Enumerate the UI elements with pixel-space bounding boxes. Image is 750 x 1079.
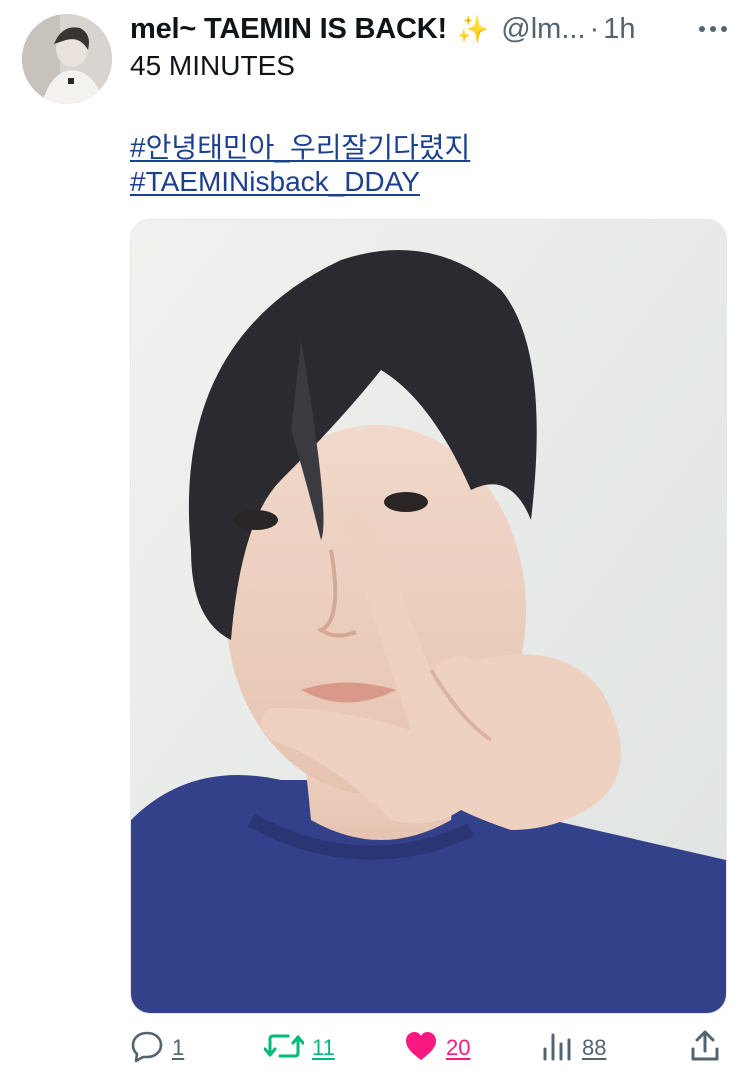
share-icon xyxy=(688,1029,722,1068)
tweet-timestamp[interactable]: 1h xyxy=(603,13,635,46)
heart-icon xyxy=(404,1030,438,1067)
tweet-photo[interactable] xyxy=(130,219,727,1014)
views-icon xyxy=(540,1029,574,1068)
tweet-text: 45 MINUTES xyxy=(130,50,295,81)
sparkles-emoji: ✨ xyxy=(456,13,490,44)
author-avatar[interactable] xyxy=(22,14,112,104)
more-options-icon[interactable] xyxy=(693,8,733,50)
hashtag-link[interactable]: #TAEMINisback_DDAY xyxy=(130,166,420,198)
reply-count: 1 xyxy=(172,1035,185,1060)
retweet-count: 11 xyxy=(312,1035,335,1060)
retweet-icon xyxy=(263,1029,305,1068)
reply-button[interactable]: 1 xyxy=(130,1028,184,1068)
reply-icon xyxy=(130,1029,164,1068)
author-display-name[interactable]: mel~ TAEMIN IS BACK! xyxy=(130,13,447,46)
tweet-header: mel~ TAEMIN IS BACK! ✨ @lm... · 1h xyxy=(130,8,735,50)
share-button[interactable] xyxy=(688,1028,722,1068)
hashtag-link[interactable]: #안녕태민아_우리잘기다렸지 xyxy=(130,126,470,166)
separator-dot: · xyxy=(589,12,600,45)
like-count: 20 xyxy=(446,1035,471,1060)
retweet-button[interactable]: 11 xyxy=(263,1028,335,1068)
views-button[interactable]: 88 xyxy=(540,1028,606,1068)
like-button[interactable]: 20 xyxy=(404,1028,470,1068)
views-count: 88 xyxy=(582,1035,607,1060)
tweet-action-bar: 1 11 20 88 xyxy=(130,1028,735,1068)
author-handle[interactable]: @lm... xyxy=(501,13,585,46)
